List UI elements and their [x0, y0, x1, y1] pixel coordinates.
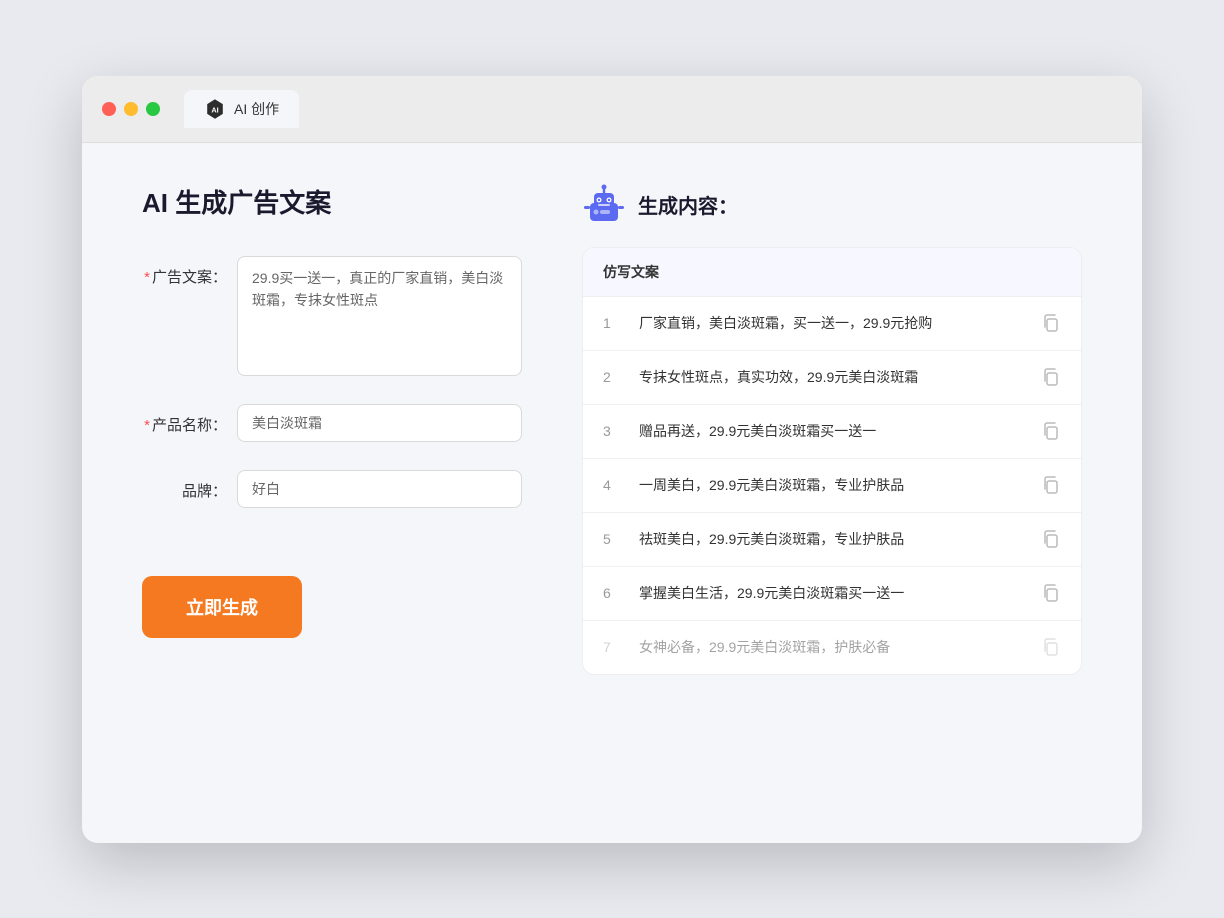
ai-tab-icon: AI	[204, 98, 226, 120]
right-panel: 生成内容： 仿写文案 1 厂家直销，美白淡斑霜，买一送一，29.9元抢购 2 专…	[582, 183, 1082, 803]
traffic-lights	[102, 102, 160, 116]
row-text: 女神必备，29.9元美白淡斑霜，护肤必备	[639, 637, 1025, 658]
page-title: AI 生成广告文案	[142, 183, 522, 220]
product-name-group: *产品名称：	[142, 404, 522, 442]
row-num: 2	[603, 369, 623, 385]
table-row: 2 专抹女性斑点，真实功效，29.9元美白淡斑霜	[583, 351, 1081, 405]
tab-label: AI 创作	[234, 99, 279, 119]
row-num: 4	[603, 477, 623, 493]
title-bar: AI AI 创作	[82, 76, 1142, 143]
product-name-label: *产品名称：	[142, 404, 227, 435]
required-star-2: *	[144, 417, 150, 434]
close-button[interactable]	[102, 102, 116, 116]
brand-group: 品牌：	[142, 470, 522, 508]
row-num: 7	[603, 639, 623, 655]
copy-icon[interactable]	[1041, 583, 1061, 603]
maximize-button[interactable]	[146, 102, 160, 116]
row-num: 1	[603, 315, 623, 331]
minimize-button[interactable]	[124, 102, 138, 116]
ad-copy-label: *广告文案：	[142, 256, 227, 287]
table-row: 5 祛斑美白，29.9元美白淡斑霜，专业护肤品	[583, 513, 1081, 567]
ai-tab[interactable]: AI AI 创作	[184, 90, 299, 128]
row-num: 3	[603, 423, 623, 439]
result-table: 仿写文案 1 厂家直销，美白淡斑霜，买一送一，29.9元抢购 2 专抹女性斑点，…	[582, 247, 1082, 675]
required-star-1: *	[144, 269, 150, 286]
copy-icon[interactable]	[1041, 367, 1061, 387]
row-num: 5	[603, 531, 623, 547]
row-text: 厂家直销，美白淡斑霜，买一送一，29.9元抢购	[639, 313, 1025, 334]
generate-button[interactable]: 立即生成	[142, 576, 302, 638]
copy-icon[interactable]	[1041, 529, 1061, 549]
product-name-input[interactable]	[237, 404, 522, 442]
row-text: 专抹女性斑点，真实功效，29.9元美白淡斑霜	[639, 367, 1025, 388]
ad-copy-group: *广告文案： 29.9买一送一，真正的厂家直销，美白淡斑霜，专抹女性斑点	[142, 256, 522, 376]
row-text: 赠品再送，29.9元美白淡斑霜买一送一	[639, 421, 1025, 442]
browser-window: AI AI 创作 AI 生成广告文案 *广告文案： 29.9买一送一，真正的厂家…	[82, 76, 1142, 843]
table-row: 6 掌握美白生活，29.9元美白淡斑霜买一送一	[583, 567, 1081, 621]
copy-icon[interactable]	[1041, 475, 1061, 495]
table-row: 3 赠品再送，29.9元美白淡斑霜买一送一	[583, 405, 1081, 459]
result-header: 生成内容：	[582, 183, 1082, 227]
left-panel: AI 生成广告文案 *广告文案： 29.9买一送一，真正的厂家直销，美白淡斑霜，…	[142, 183, 522, 803]
row-text: 一周美白，29.9元美白淡斑霜，专业护肤品	[639, 475, 1025, 496]
row-text: 祛斑美白，29.9元美白淡斑霜，专业护肤品	[639, 529, 1025, 550]
copy-icon[interactable]	[1041, 637, 1061, 657]
main-content: AI 生成广告文案 *广告文案： 29.9买一送一，真正的厂家直销，美白淡斑霜，…	[82, 143, 1142, 843]
ad-copy-input[interactable]: 29.9买一送一，真正的厂家直销，美白淡斑霜，专抹女性斑点	[237, 256, 522, 376]
table-row: 7 女神必备，29.9元美白淡斑霜，护肤必备	[583, 621, 1081, 674]
brand-input[interactable]	[237, 470, 522, 508]
copy-icon[interactable]	[1041, 313, 1061, 333]
row-num: 6	[603, 585, 623, 601]
brand-label: 品牌：	[142, 470, 227, 501]
table-row: 1 厂家直销，美白淡斑霜，买一送一，29.9元抢购	[583, 297, 1081, 351]
table-header: 仿写文案	[583, 248, 1081, 297]
table-row: 4 一周美白，29.9元美白淡斑霜，专业护肤品	[583, 459, 1081, 513]
svg-text:AI: AI	[211, 105, 218, 114]
robot-icon	[582, 183, 626, 227]
result-title: 生成内容：	[638, 190, 738, 219]
copy-icon[interactable]	[1041, 421, 1061, 441]
row-text: 掌握美白生活，29.9元美白淡斑霜买一送一	[639, 583, 1025, 604]
